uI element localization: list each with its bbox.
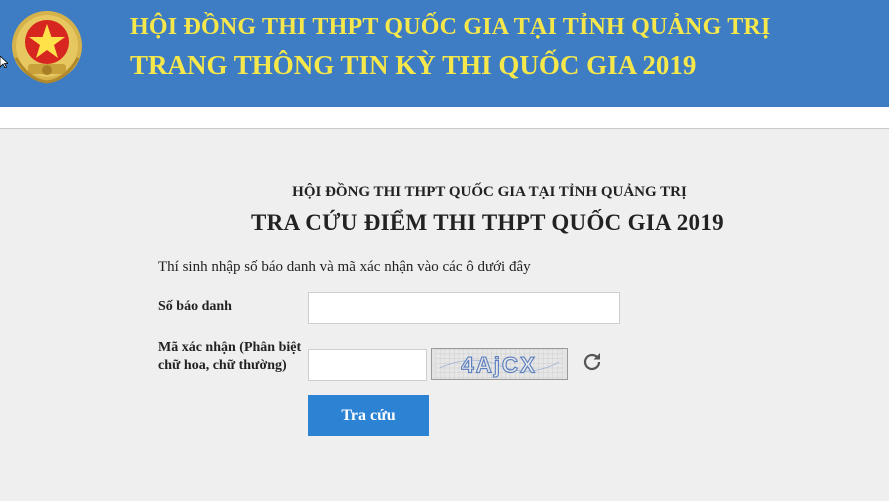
sbd-label: Số báo danh [158, 299, 232, 314]
mouse-cursor-icon [0, 56, 8, 68]
header-line1: HỘI ĐỒNG THI THPT QUỐC GIA TẠI TỈNH QUẢN… [130, 14, 771, 40]
captcha-label: Mã xác nhận (Phân biệt chữ hoa, chữ thườ… [158, 339, 308, 375]
refresh-icon[interactable] [580, 350, 604, 374]
instruction-text: Thí sinh nhập số báo danh và mã xác nhận… [158, 259, 531, 275]
captcha-text: 4AjCX [461, 352, 537, 377]
council-heading: HỘI ĐỒNG THI THPT QUỐC GIA TẠI TỈNH QUẢN… [292, 184, 687, 200]
captcha-image: 4AjCX [431, 348, 568, 380]
search-button[interactable]: Tra cứu [308, 395, 429, 436]
nav-strip [0, 107, 889, 129]
captcha-label-line2: chữ hoa, chữ thường) [158, 358, 287, 373]
site-header: HỘI ĐỒNG THI THPT QUỐC GIA TẠI TỈNH QUẢN… [0, 0, 889, 107]
header-line2: TRANG THÔNG TIN KỲ THI QUỐC GIA 2019 [130, 50, 697, 80]
page-title: TRA CỨU ĐIỂM THI THPT QUỐC GIA 2019 [251, 210, 724, 235]
captcha-input[interactable] [308, 349, 427, 381]
national-emblem-icon [12, 11, 82, 84]
captcha-label-line1: Mã xác nhận (Phân biệt [158, 340, 302, 355]
sbd-input[interactable] [308, 292, 620, 324]
